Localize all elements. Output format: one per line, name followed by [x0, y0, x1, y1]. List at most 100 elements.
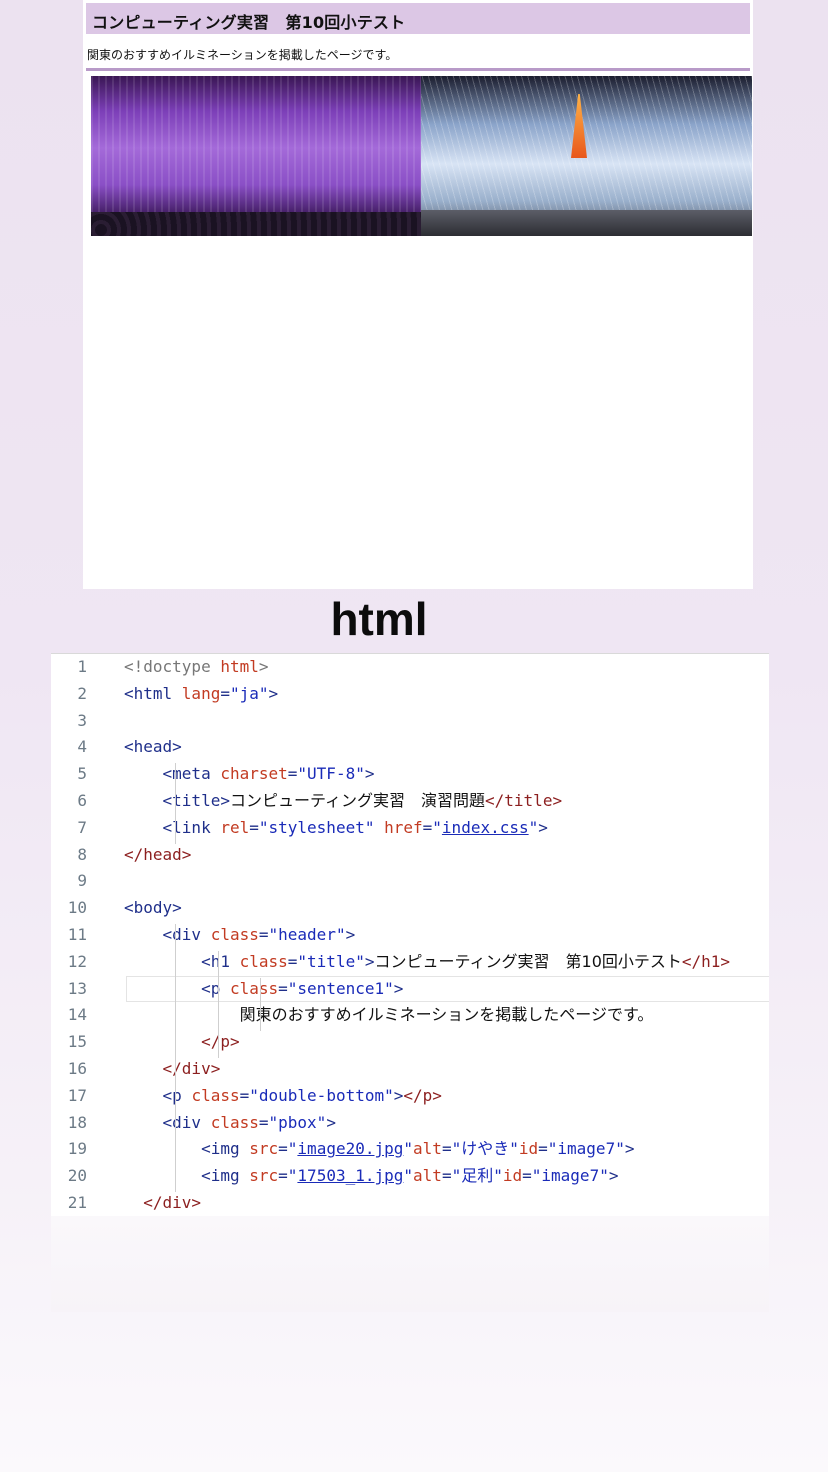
- code-token: >: [393, 1085, 404, 1105]
- code-token: class: [239, 951, 288, 971]
- code-token: alt: [413, 1166, 442, 1186]
- code-text: <p class="sentence1">: [124, 976, 403, 1002]
- code-line[interactable]: 8 </head>: [51, 842, 769, 869]
- indent-guide: [218, 950, 219, 1058]
- code-token: class: [191, 1085, 240, 1105]
- code-line[interactable]: 17 <p class="double-bottom"></p>: [51, 1083, 769, 1110]
- code-text: <title>コンピューティング実習 演習問題</title>: [124, 788, 563, 814]
- line-number: 20: [67, 1166, 87, 1186]
- line-number: 6: [77, 791, 87, 810]
- code-token: >: [624, 1139, 635, 1159]
- code-line[interactable]: 3: [51, 708, 769, 735]
- code-text: <html lang="ja">: [124, 681, 278, 707]
- code-token: >: [393, 978, 404, 998]
- code-token: <html: [124, 683, 182, 703]
- line-number: 8: [77, 844, 87, 864]
- code-token: =: [538, 1139, 548, 1159]
- code-line[interactable]: 12 <h1 class="title">コンピューティング実習 第10回小テス…: [51, 949, 769, 976]
- code-text: <div class="header">: [124, 922, 356, 948]
- code-token: 関東のおすすめイルミネーションを掲載したページです。: [239, 1005, 654, 1025]
- code-token: </div>: [162, 1059, 221, 1078]
- code-line[interactable]: 11 <div class="header">: [51, 922, 769, 949]
- preview-header-band: コンピューティング実習 第10回小テスト: [86, 3, 750, 34]
- code-text: </p>: [124, 1029, 240, 1055]
- code-token: class: [210, 1112, 259, 1132]
- section-heading: html: [330, 593, 428, 645]
- code-token: >: [268, 683, 279, 703]
- code-token: >: [538, 817, 548, 837]
- code-line[interactable]: 13 <p class="sentence1">: [51, 975, 769, 1003]
- code-token: "sentence1": [287, 978, 394, 998]
- keyaki-illumination-image: [421, 76, 752, 236]
- code-token: "header": [268, 925, 346, 944]
- indent-guide: [260, 977, 261, 1032]
- line-number: 12: [67, 951, 87, 971]
- code-line[interactable]: 18 <div class="pbox">: [51, 1110, 769, 1137]
- code-token: "ja": [229, 683, 269, 703]
- code-line[interactable]: 1 <!doctype html>: [51, 654, 769, 681]
- code-token: >: [345, 925, 356, 944]
- code-token: =: [441, 1139, 452, 1159]
- code-line[interactable]: 20 <img src="17503_1.jpg"alt="足利"id="ima…: [51, 1163, 769, 1190]
- code-token: href: [384, 817, 423, 837]
- code-text: <!doctype html>: [124, 654, 269, 680]
- code-token: <img: [201, 1166, 250, 1186]
- line-number: 11: [67, 925, 87, 944]
- code-line[interactable]: 19 <img src="image20.jpg"alt="けやき"id="im…: [51, 1136, 769, 1163]
- code-line[interactable]: 16 </div>: [51, 1056, 769, 1083]
- code-line[interactable]: 7 <link rel="stylesheet" href="index.css…: [51, 815, 769, 842]
- code-token: id: [502, 1166, 523, 1186]
- code-token: </p>: [201, 1032, 240, 1052]
- line-number: 10: [67, 898, 87, 918]
- wisteria-illumination-image: [91, 76, 421, 236]
- street-shape: [421, 210, 752, 236]
- code-line[interactable]: 5 <meta charset="UTF-8">: [51, 761, 769, 788]
- crowd-silhouette: [91, 212, 421, 236]
- preview-sentence: 関東のおすすめイルミネーションを掲載したページです。: [87, 48, 398, 62]
- code-editor[interactable]: 1 <!doctype html> 2 <html lang="ja"> 3 4 <head…: [51, 653, 769, 1216]
- code-token: "image7": [531, 1166, 609, 1186]
- tokyo-tower-shape: [571, 94, 587, 158]
- code-token: ": [403, 1166, 414, 1186]
- code-token: <link: [162, 817, 221, 837]
- code-token: =: [441, 1166, 452, 1186]
- code-line[interactable]: 14 関東のおすすめイルミネーションを掲載したページです。: [51, 1002, 769, 1029]
- code-token: "stylesheet": [258, 817, 385, 837]
- code-text: </head>: [124, 842, 191, 868]
- code-token: index.css: [441, 817, 529, 837]
- code-token: src: [249, 1139, 279, 1159]
- code-text: <link rel="stylesheet" href="index.css">: [124, 815, 548, 841]
- code-line[interactable]: 6 <title>コンピューティング実習 演習問題</title>: [51, 788, 769, 815]
- code-token: ": [403, 1139, 414, 1159]
- code-token: html: [220, 657, 259, 676]
- line-number: 16: [67, 1059, 87, 1078]
- code-token: =: [249, 817, 259, 837]
- code-line[interactable]: 2 <html lang="ja">: [51, 681, 769, 708]
- code-token: <p: [201, 978, 230, 998]
- editor-bottom-area: [51, 1216, 769, 1312]
- code-token: 17503_1.jpg: [297, 1166, 404, 1186]
- code-token: "UTF-8": [297, 764, 365, 784]
- code-token: image20.jpg: [297, 1139, 404, 1159]
- code-token: <img: [201, 1139, 250, 1159]
- code-token: </head>: [124, 844, 192, 864]
- code-line[interactable]: 15 </p>: [51, 1029, 769, 1056]
- code-text: <div class="pbox">: [124, 1110, 336, 1136]
- code-text: <meta charset="UTF-8">: [124, 761, 375, 787]
- code-token: <head>: [124, 737, 182, 757]
- code-token: ": [432, 817, 442, 837]
- code-token: <p: [162, 1085, 192, 1105]
- code-line[interactable]: 10 <body>: [51, 895, 769, 922]
- line-number: 2: [77, 683, 87, 703]
- code-line[interactable]: 4 <head>: [51, 734, 769, 761]
- code-token: =: [278, 1139, 288, 1159]
- code-text: <head>: [124, 734, 182, 760]
- code-text: <p class="double-bottom"></p>: [124, 1083, 442, 1109]
- code-token: </title>: [485, 791, 563, 810]
- code-line[interactable]: 21 </div>: [51, 1190, 769, 1217]
- code-token: rel: [220, 817, 250, 837]
- code-token: =: [278, 978, 288, 998]
- code-text: <h1 class="title">コンピューティング実習 第10回小テスト</…: [124, 949, 730, 975]
- code-line[interactable]: 9: [51, 868, 769, 895]
- code-token: class: [229, 978, 279, 998]
